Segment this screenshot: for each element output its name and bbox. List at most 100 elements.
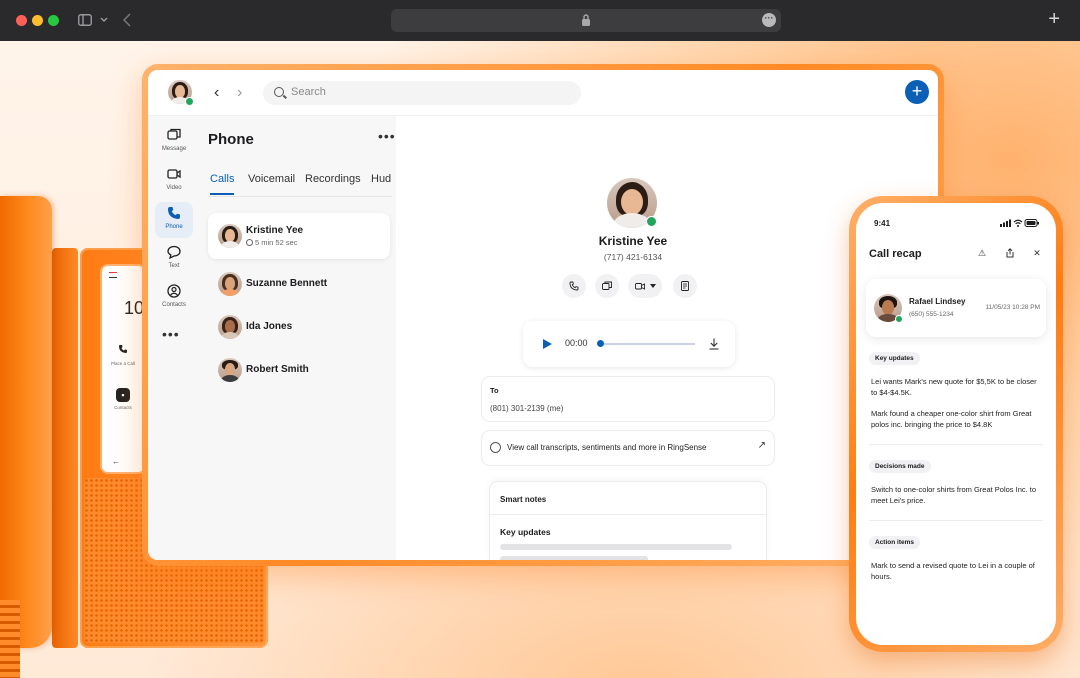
tab-hud[interactable]: Hud xyxy=(371,173,391,193)
call-duration: 5 min 52 sec xyxy=(246,238,298,247)
search-input[interactable]: Search xyxy=(263,81,581,105)
alert-icon[interactable]: ⚠ xyxy=(977,248,987,258)
playback-scrubber[interactable] xyxy=(597,340,604,347)
rail-item-phone[interactable]: Phone xyxy=(155,202,193,238)
menu-icon xyxy=(109,272,117,278)
handset-cord xyxy=(0,600,20,678)
action-items-chip: Action items xyxy=(869,536,921,549)
tab-calls[interactable]: Calls xyxy=(210,173,235,195)
search-icon xyxy=(274,87,284,97)
key-update-item: Mark found a cheaper one-color shirt fro… xyxy=(871,409,1032,429)
call-contact-name: Kristine Yee xyxy=(246,225,304,236)
status-time: 9:41 xyxy=(874,219,891,228)
key-update-item: Lei wants Mark's new quote for $5,5K to … xyxy=(871,377,1037,397)
tab-voicemail[interactable]: Voicemail xyxy=(248,173,295,193)
phone-icon xyxy=(569,281,579,291)
new-tab-icon[interactable]: + xyxy=(1048,9,1060,29)
phone-tabs: Calls Voicemail Recordings Hud xyxy=(208,173,392,197)
rail-label-text: Text xyxy=(168,263,180,269)
recording-player: 00:00 xyxy=(523,321,735,367)
smart-notes-title: Smart notes xyxy=(500,495,547,504)
more-options-icon[interactable]: ••• xyxy=(378,128,396,144)
download-icon[interactable] xyxy=(709,338,719,350)
rail-label-message: Message xyxy=(161,146,187,152)
call-item-suzanne-bennett[interactable]: Suzanne Bennett xyxy=(208,269,390,299)
rail-label-contacts: Contacts xyxy=(162,302,186,308)
key-updates-title: Key updates xyxy=(500,527,551,537)
online-status-dot xyxy=(185,97,194,106)
avatar xyxy=(218,224,242,248)
share-icon[interactable] xyxy=(1005,248,1015,258)
call-item-kristine-yee[interactable]: Kristine Yee 5 min 52 sec xyxy=(208,213,390,259)
forward-chevron-icon[interactable]: › xyxy=(237,84,242,102)
rail-label-video: Video xyxy=(166,185,182,191)
recap-datetime: 11/05/23 10:28 PM xyxy=(985,304,1040,311)
rail-item-message[interactable]: Message xyxy=(155,124,193,160)
mobile-app: 9:41 Call recap ⚠ ✕ Rafael Lindsey (650)… xyxy=(856,203,1056,645)
chevron-down-icon[interactable] xyxy=(100,17,108,23)
phone-icon xyxy=(168,207,180,219)
call-contact-name: Ida Jones xyxy=(246,321,293,332)
play-icon[interactable] xyxy=(543,339,552,349)
page-title: Phone xyxy=(208,131,254,148)
contacts-icon xyxy=(167,284,181,298)
ringsense-link[interactable]: View call transcripts, sentiments and mo… xyxy=(482,431,774,465)
maximize-window-button[interactable] xyxy=(48,15,59,26)
video-call-button[interactable] xyxy=(628,274,662,298)
minimize-window-button[interactable] xyxy=(32,15,43,26)
call-contact-name: Robert Smith xyxy=(246,364,309,375)
call-contact-name: Suzanne Bennett xyxy=(246,278,328,289)
online-status-dot xyxy=(646,216,657,227)
contacts-item: ▪ Contacts xyxy=(102,388,144,410)
ringsense-text: View call transcripts, sentiments and mo… xyxy=(507,443,707,452)
call-item-ida-jones[interactable]: Ida Jones xyxy=(208,312,390,342)
rail-item-text[interactable]: Text xyxy=(155,241,193,277)
external-link-arrow-icon: ↗ xyxy=(757,440,766,451)
close-window-button[interactable] xyxy=(16,15,27,26)
desk-phone-side xyxy=(52,248,78,648)
back-chevron-icon[interactable]: ‹ xyxy=(214,84,219,102)
smart-notes-panel: Smart notes Key updates xyxy=(490,482,766,560)
sidebar-toggle-icon[interactable] xyxy=(78,14,92,26)
lock-icon xyxy=(582,14,590,26)
phone-icon xyxy=(116,344,130,358)
video-icon xyxy=(635,283,645,290)
call-item-robert-smith[interactable]: Robert Smith xyxy=(208,355,390,385)
more-apps-icon[interactable]: ••• xyxy=(162,326,180,342)
call-button[interactable] xyxy=(562,274,586,298)
address-bar[interactable]: ··· xyxy=(391,9,781,32)
decisions-chip: Decisions made xyxy=(869,460,931,473)
notes-icon xyxy=(681,281,689,291)
key-updates-chip: Key updates xyxy=(869,352,920,365)
notes-button[interactable] xyxy=(673,274,697,298)
more-options-icon[interactable]: ··· xyxy=(762,13,776,27)
to-field: To (801) 301-2139 (me) xyxy=(482,377,774,421)
message-button[interactable] xyxy=(595,274,619,298)
desktop-app-frame: ‹ › Search + Message Video Phone Text Co… xyxy=(142,64,944,566)
to-value: (801) 301-2139 (me) xyxy=(490,404,564,413)
contact-name: Kristine Yee xyxy=(598,234,668,248)
ringsense-icon xyxy=(490,442,501,453)
rail-item-contacts[interactable]: Contacts xyxy=(155,280,193,316)
rail-item-video[interactable]: Video xyxy=(155,163,193,199)
desk-phone-screen-number: 10 xyxy=(124,298,144,318)
avatar xyxy=(218,315,242,339)
avatar xyxy=(218,358,242,382)
recap-contact-phone: (650) 555-1234 xyxy=(909,311,954,318)
tab-recordings[interactable]: Recordings xyxy=(305,173,361,193)
rail-label-phone: Phone xyxy=(165,224,183,230)
online-status-dot xyxy=(895,315,903,323)
text-bubble-icon xyxy=(167,245,181,259)
recap-contact-name: Rafael Lindsey xyxy=(909,297,966,306)
back-arrow-icon[interactable] xyxy=(123,13,131,27)
call-duration-text: 5 min 52 sec xyxy=(255,238,298,247)
divider xyxy=(869,520,1043,521)
plus-icon: + xyxy=(911,81,923,101)
close-icon[interactable]: ✕ xyxy=(1032,248,1042,258)
add-button[interactable]: + xyxy=(905,80,929,104)
search-placeholder: Search xyxy=(291,86,326,98)
contacts-label: Contacts xyxy=(114,405,132,410)
place-call-item: Place a Call xyxy=(102,344,144,366)
action-item: Mark to send a revised quote to Lei in a… xyxy=(871,561,1035,581)
playback-track[interactable] xyxy=(599,343,695,345)
